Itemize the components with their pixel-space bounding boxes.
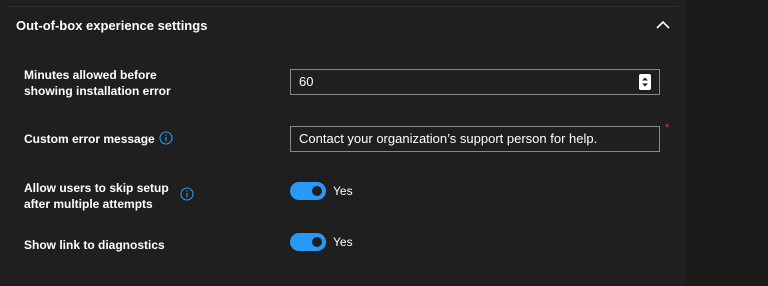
minutes-label-line2: showing installation error (24, 84, 171, 98)
toggle-knob (312, 237, 322, 247)
diagnostics-label: Show link to diagnostics (24, 238, 165, 252)
divider (6, 6, 678, 7)
skip-setup-toggle[interactable] (290, 182, 326, 200)
required-mark: * (665, 122, 670, 134)
info-icon[interactable] (159, 131, 173, 145)
error-message-input[interactable]: Contact your organization’s support pers… (290, 126, 660, 152)
error-message-label: Custom error message (24, 132, 155, 146)
skip-setup-label-line1: Allow users to skip setup (24, 181, 169, 195)
right-gutter (686, 0, 768, 286)
minutes-input[interactable]: 60 (290, 69, 660, 95)
section-header[interactable]: Out-of-box experience settings (0, 8, 686, 44)
skip-setup-toggle-label: Yes (333, 184, 353, 198)
chevron-up-icon[interactable] (654, 16, 672, 34)
section-title: Out-of-box experience settings (16, 18, 208, 33)
minutes-label: Minutes allowed before showing installat… (24, 67, 171, 99)
minutes-label-line1: Minutes allowed before (24, 68, 157, 82)
diagnostics-toggle-label: Yes (333, 235, 353, 249)
spinner-icon[interactable] (639, 74, 651, 90)
info-icon[interactable] (180, 187, 194, 201)
toggle-knob (312, 186, 322, 196)
skip-setup-label-line2: after multiple attempts (24, 197, 153, 211)
skip-setup-label: Allow users to skip setup after multiple… (24, 180, 169, 212)
error-message-value: Contact your organization’s support pers… (299, 131, 598, 146)
minutes-input-value: 60 (299, 74, 314, 89)
settings-panel: Out-of-box experience settings Minutes a… (0, 0, 686, 286)
diagnostics-toggle[interactable] (290, 233, 326, 251)
